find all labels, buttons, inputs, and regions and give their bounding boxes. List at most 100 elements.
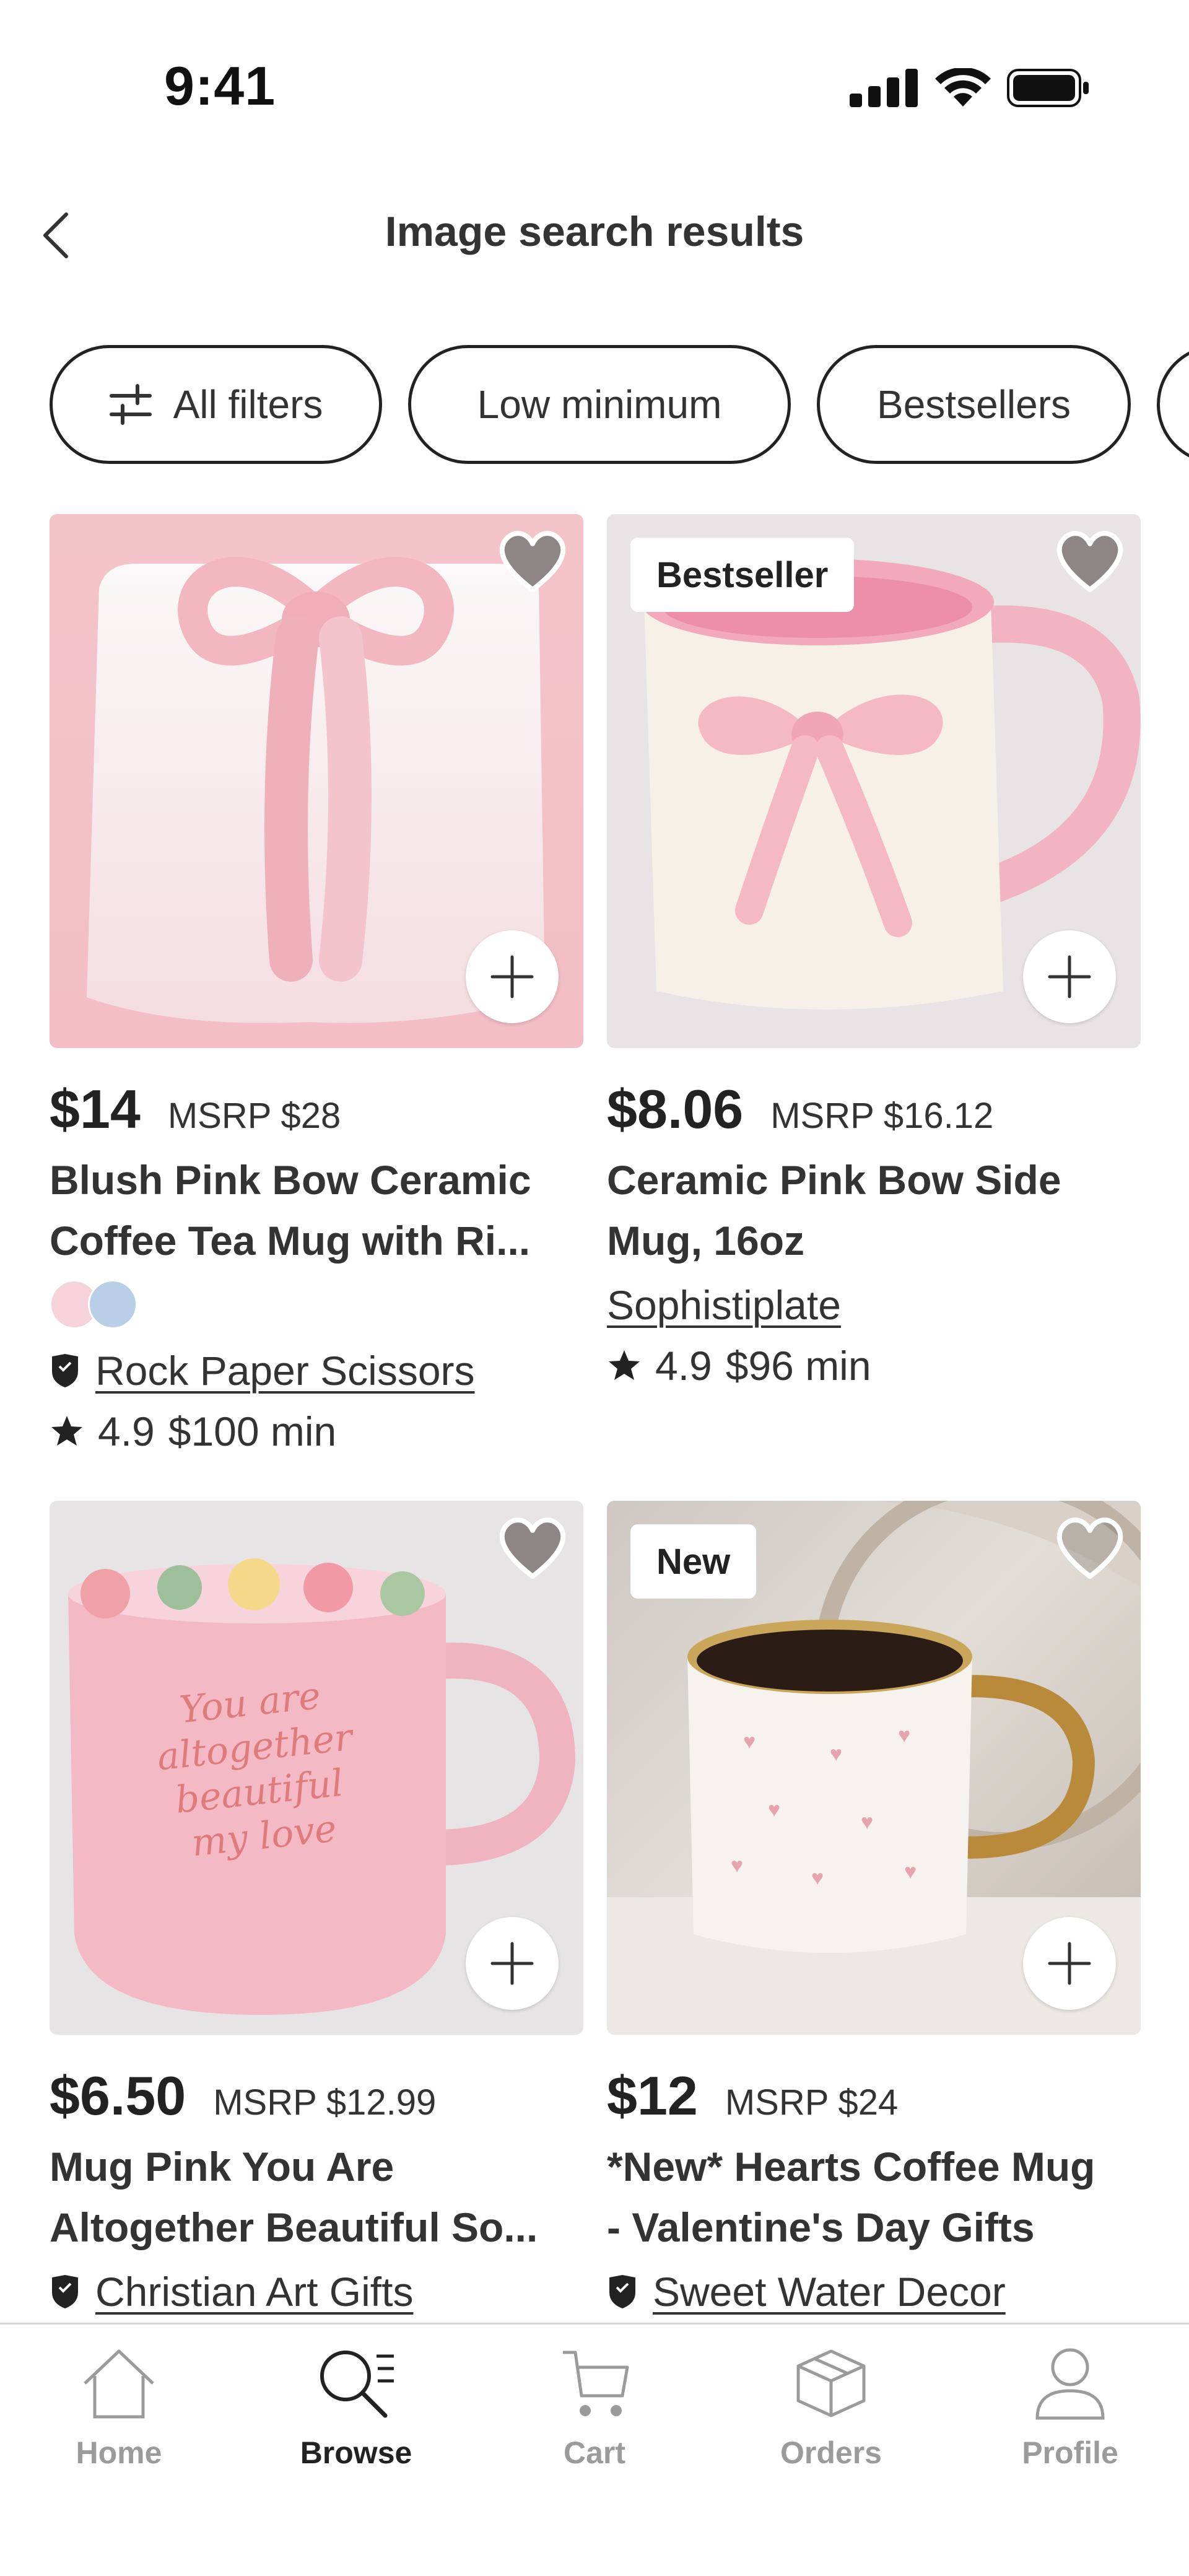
tab-label: Browse: [300, 2435, 412, 2470]
svg-text:♥: ♥: [861, 1810, 873, 1834]
product-title-line-2: Altogether Beautiful So...: [50, 2204, 538, 2250]
product-title[interactable]: Mug Pink You Are Altogether Beautiful So…: [50, 2136, 583, 2258]
seller-row: Sophistiplate: [607, 1275, 1141, 1335]
home-icon: [84, 2349, 154, 2419]
seller-link[interactable]: Sophistiplate: [607, 1281, 841, 1329]
price-row: $12 MSRP $24: [607, 2064, 1141, 2128]
all-filters-chip[interactable]: All filters: [50, 345, 382, 464]
svg-text:♥: ♥: [830, 1742, 842, 1766]
bestseller-badge: Bestseller: [630, 538, 855, 612]
seller-row: Sweet Water Decor: [607, 2261, 1141, 2322]
plus-icon: [490, 1942, 534, 1985]
mug-text: You are altogether beautiful my love: [155, 1674, 355, 1866]
price: $14: [50, 1078, 141, 1140]
minimum-order: $96 min: [725, 1343, 871, 1389]
msrp: MSRP $12.99: [213, 2082, 437, 2123]
seller-link[interactable]: Rock Paper Scissors: [95, 1347, 475, 1394]
product-image[interactable]: [50, 514, 583, 1048]
seller-link[interactable]: Sweet Water Decor: [653, 2268, 1006, 2315]
msrp: MSRP $16.12: [770, 1096, 994, 1136]
tab-label: Profile: [1022, 2435, 1118, 2470]
price: $8.06: [607, 1078, 744, 1140]
seller-row: Rock Paper Scissors: [50, 1340, 583, 1401]
product-title-line-1: *New* Hearts Coffee Mug: [607, 2144, 1095, 2190]
product-title-line-2: Mug, 16oz: [607, 1218, 805, 1264]
status-icons: [850, 68, 1090, 108]
blue-swatch[interactable]: [88, 1280, 137, 1329]
shield-badge-icon: [609, 2275, 635, 2308]
star-icon: [609, 1350, 640, 1380]
msrp: MSRP $24: [725, 2082, 899, 2123]
star-icon: [51, 1416, 82, 1446]
svg-text:♥: ♥: [904, 1860, 917, 1884]
product-image[interactable]: Bestseller: [607, 514, 1141, 1048]
product-title-line-1: Blush Pink Bow Ceramic: [50, 1157, 531, 1203]
seller-row: Christian Art Gifts: [50, 2261, 583, 2322]
favorite-heart-icon[interactable]: [1053, 1514, 1127, 1583]
product-title-line-1: Mug Pink You Are: [50, 2144, 394, 2190]
product-card[interactable]: $14 MSRP $28 Blush Pink Bow Ceramic Coff…: [50, 514, 583, 1462]
plus-icon: [1048, 1942, 1091, 1985]
price: $12: [607, 2065, 698, 2126]
rating-row: 4.9 $100 min: [50, 1401, 583, 1462]
bestsellers-label: Bestsellers: [877, 382, 1071, 427]
price: $6.50: [50, 2065, 186, 2126]
rating-value: 4.9: [655, 1343, 712, 1389]
favorite-heart-icon[interactable]: [495, 528, 570, 596]
svg-text:♥: ♥: [898, 1724, 910, 1747]
add-to-cart-button[interactable]: [466, 1917, 559, 2010]
tab-browse[interactable]: Browse: [263, 2343, 449, 2471]
product-title-line-2: - Valentine's Day Gifts: [607, 2204, 1035, 2250]
product-card[interactable]: ♥ ♥ ♥ ♥ ♥ ♥ ♥ ♥ New $12 MSRP $24 *New* H…: [607, 1501, 1141, 2322]
color-swatches: [50, 1280, 583, 1329]
cart-icon: [563, 2351, 629, 2416]
add-to-cart-button[interactable]: [1023, 930, 1116, 1023]
new-badge: New: [630, 1524, 757, 1599]
sliders-icon: [109, 384, 152, 425]
browse-icon: [320, 2351, 394, 2418]
seller-link[interactable]: Christian Art Gifts: [95, 2268, 413, 2315]
price-row: $14 MSRP $28: [50, 1078, 583, 1141]
svg-text:♥: ♥: [743, 1730, 756, 1753]
favorite-heart-icon[interactable]: [495, 1514, 570, 1583]
tab-orders[interactable]: Orders: [738, 2343, 924, 2471]
tab-profile[interactable]: Profile: [977, 2343, 1163, 2471]
product-image[interactable]: You are altogether beautiful my love: [50, 1501, 583, 2035]
profile-icon: [1035, 2348, 1105, 2420]
header: Image search results: [0, 186, 1189, 285]
svg-text:♥: ♥: [731, 1854, 743, 1877]
shield-badge-icon: [52, 1354, 78, 1387]
more-filter-chip[interactable]: [1157, 345, 1189, 464]
svg-text:♥: ♥: [768, 1798, 780, 1822]
add-to-cart-button[interactable]: [466, 930, 559, 1023]
rating-row: 4.9 $96 min: [607, 1335, 1141, 1396]
product-title-line-2: Coffee Tea Mug with Ri...: [50, 1218, 531, 1264]
rating-value: 4.9: [98, 1408, 155, 1454]
bestsellers-chip[interactable]: Bestsellers: [817, 345, 1131, 464]
page-title: Image search results: [385, 208, 804, 255]
product-title[interactable]: *New* Hearts Coffee Mug - Valentine's Da…: [607, 2136, 1141, 2258]
low-minimum-chip[interactable]: Low minimum: [408, 345, 791, 464]
tab-label: Orders: [780, 2435, 882, 2470]
tab-cart[interactable]: Cart: [502, 2343, 687, 2471]
favorite-heart-icon[interactable]: [1053, 528, 1127, 596]
cellular-signal-icon: [850, 69, 918, 107]
tab-home[interactable]: Home: [26, 2343, 212, 2471]
product-title[interactable]: Blush Pink Bow Ceramic Coffee Tea Mug wi…: [50, 1150, 583, 1271]
tab-label: Cart: [563, 2435, 626, 2470]
product-card[interactable]: You are altogether beautiful my love $6.…: [50, 1501, 583, 2322]
status-time: 9:41: [164, 55, 276, 116]
product-card[interactable]: Bestseller $8.06 MSRP $16.12 Ceramic Pin…: [607, 514, 1141, 1396]
all-filters-label: All filters: [173, 382, 323, 427]
minimum-order: $100 min: [168, 1408, 337, 1454]
plus-icon: [490, 955, 534, 998]
svg-text:♥: ♥: [811, 1866, 824, 1890]
product-title[interactable]: Ceramic Pink Bow Side Mug, 16oz: [607, 1150, 1141, 1271]
product-image[interactable]: ♥ ♥ ♥ ♥ ♥ ♥ ♥ ♥ New: [607, 1501, 1141, 2035]
low-minimum-label: Low minimum: [477, 382, 722, 427]
add-to-cart-button[interactable]: [1023, 1917, 1116, 2010]
wifi-icon: [935, 68, 991, 107]
orders-icon: [796, 2349, 866, 2417]
price-row: $8.06 MSRP $16.12: [607, 1078, 1141, 1141]
plus-icon: [1048, 955, 1091, 998]
